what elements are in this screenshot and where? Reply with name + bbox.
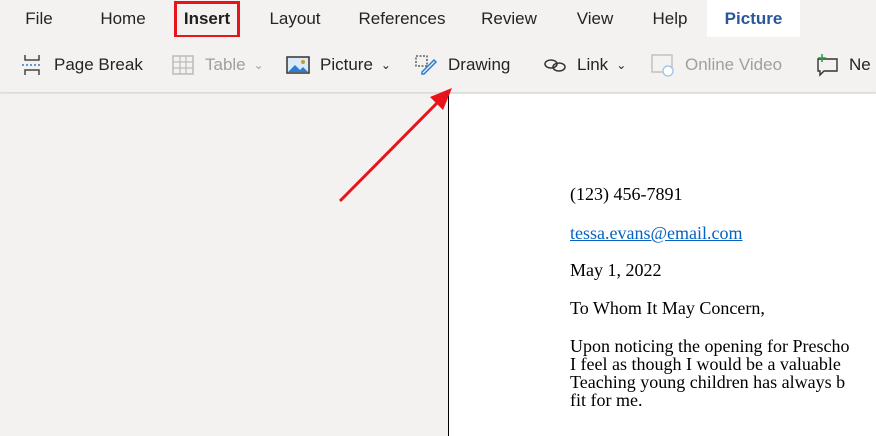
annotation-arrow (338, 88, 452, 203)
